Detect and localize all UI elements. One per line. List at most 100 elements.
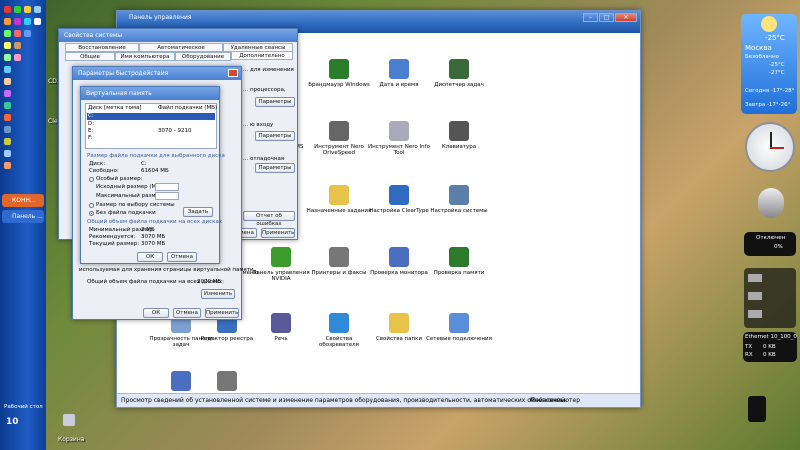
network-gadget[interactable]: Отключен 0% [744, 232, 796, 256]
cpu-meter-icon[interactable] [758, 188, 784, 218]
maximize-button[interactable]: □ [599, 13, 614, 22]
drive-icon [748, 310, 762, 318]
control-panel-item[interactable]: Клавиатура [426, 121, 492, 150]
drive-row[interactable]: F: [88, 135, 93, 141]
app-icon[interactable] [4, 90, 11, 97]
drive-row[interactable]: E: [88, 128, 93, 134]
control-panel-item[interactable]: Свойства обозревателя [306, 313, 372, 348]
initial-size-input[interactable] [155, 183, 179, 191]
app-icon[interactable] [34, 18, 41, 25]
app-icon[interactable] [14, 54, 21, 61]
tab-computer-name[interactable]: Имя компьютера [115, 52, 175, 61]
control-panel-item[interactable]: Панель управления NVIDIA [248, 247, 314, 282]
vmem-cancel-button[interactable]: Отмена [167, 252, 197, 262]
desktop-label-trash[interactable]: Корзина [58, 436, 84, 443]
profile-params-button[interactable]: Параметры [255, 131, 295, 141]
control-panel-item[interactable]: Свойства папки [366, 313, 432, 342]
perf-ok-button[interactable]: ОК [143, 308, 169, 318]
perf-cancel-button[interactable]: Отмена [173, 308, 201, 318]
sysprops-apply-button[interactable]: Применить [261, 228, 295, 238]
drive-list[interactable]: Диск [метка тома] Файл подкачки (МБ) C: … [85, 103, 217, 149]
control-panel-item[interactable]: Проверка монитора [366, 247, 432, 276]
performance-params-button[interactable]: Параметры [255, 97, 295, 107]
change-button[interactable]: Изменить [201, 289, 235, 299]
tab-auto-update[interactable]: Автоматическое обновление [139, 43, 223, 59]
control-panel-item[interactable]: Речь [248, 313, 314, 342]
minimize-button[interactable]: – [583, 13, 598, 22]
close-icon[interactable] [228, 69, 238, 77]
app-icon[interactable] [4, 30, 11, 37]
app-icon[interactable] [4, 102, 11, 109]
taskbar-task-konn[interactable]: КОНН... [2, 194, 44, 207]
control-panel-item[interactable]: Диспетчер задач [426, 59, 492, 88]
control-panel-item-icon [171, 371, 191, 391]
app-icon[interactable] [4, 54, 11, 61]
app-icon[interactable] [4, 150, 11, 157]
trash-icon[interactable] [63, 414, 75, 426]
ethernet-gadget[interactable]: Ethernet 10_100_0 TX 0 KB RX 0 KB [743, 332, 797, 362]
tab-advanced[interactable]: Дополнительно [231, 51, 293, 60]
control-panel-item[interactable]: Инструмент Nero Info Tool [366, 121, 432, 156]
disk-value: C: [141, 161, 147, 167]
max-size-input[interactable] [155, 192, 179, 200]
taskbar-task-panel[interactable]: Панель ... [2, 210, 44, 223]
control-panel-item-label: Речь [274, 336, 288, 342]
perf-apply-button[interactable]: Применить [205, 308, 239, 318]
radio-no-pagefile[interactable] [89, 211, 94, 216]
control-panel-item[interactable]: Настройка ClearType [366, 185, 432, 214]
control-panel-item[interactable]: Сетевые подключения [426, 313, 492, 342]
app-icon[interactable] [4, 18, 11, 25]
drive-row[interactable]: C: [88, 113, 94, 119]
control-panel-item[interactable]: Инструмент Nero DriveSpeed [306, 121, 372, 156]
tab-system-restore[interactable]: Восстановление системы [65, 43, 139, 59]
app-icon[interactable] [4, 42, 11, 49]
weather-gadget[interactable]: -25°C Москва Безоблачно -25°C -27°C Сего… [741, 14, 797, 114]
section-total: Общий объем файла подкачки на всех диска… [87, 219, 223, 225]
startup-params-button[interactable]: Параметры [255, 163, 295, 173]
vmem-ok-button[interactable]: ОК [137, 252, 163, 262]
status-location: Мой компьютер [530, 397, 580, 404]
drive-row[interactable]: D: [88, 121, 94, 127]
app-icon[interactable] [24, 6, 31, 13]
app-icon[interactable] [4, 126, 11, 133]
control-panel-item-icon [449, 185, 469, 205]
app-icon[interactable] [4, 78, 11, 85]
control-panel-item[interactable]: Настройка системы [426, 185, 492, 214]
app-icon[interactable] [14, 30, 21, 37]
app-icon[interactable] [24, 30, 31, 37]
radio-system-size[interactable] [89, 203, 94, 208]
error-report-button[interactable]: Отчет об ошибках [243, 211, 295, 227]
close-button[interactable]: ✕ [615, 13, 637, 22]
dialog-title[interactable]: Параметры быстродействия [73, 67, 241, 80]
set-button[interactable]: Задать [183, 207, 213, 217]
app-icon[interactable] [4, 138, 11, 145]
app-icon[interactable] [4, 66, 11, 73]
app-icon[interactable] [14, 42, 21, 49]
app-icon[interactable] [14, 6, 21, 13]
control-panel-item[interactable]: Проверка памяти [426, 247, 492, 276]
app-icon[interactable] [34, 6, 41, 13]
tab-hardware[interactable]: Оборудование [175, 52, 231, 61]
control-panel-item[interactable]: Дата и время [366, 59, 432, 88]
control-panel-item[interactable]: Принтеры и факсы [306, 247, 372, 276]
app-icon[interactable] [24, 18, 31, 25]
app-icon[interactable] [4, 6, 11, 13]
dialog-title[interactable]: Виртуальная память [81, 87, 219, 100]
drive-gadget[interactable] [744, 268, 796, 328]
app-icon[interactable] [4, 162, 11, 169]
recycle-bin-gadget-icon[interactable] [748, 396, 766, 422]
app-icon[interactable] [14, 18, 21, 25]
control-panel-item[interactable]: Назначенные задания [306, 185, 372, 214]
advanced-text-4: ... отладочная [243, 156, 285, 162]
control-panel-item-icon [449, 247, 469, 267]
app-icon[interactable] [4, 114, 11, 121]
clock-gadget[interactable] [745, 122, 795, 172]
control-panel-item[interactable]: Брандмауэр Windows [306, 59, 372, 88]
tab-general[interactable]: Общие [65, 52, 115, 61]
desktop-button-label[interactable]: Рабочий стол [4, 404, 43, 410]
dialog-title[interactable]: Свойства системы [59, 29, 297, 42]
control-panel-item-icon [329, 313, 349, 333]
control-panel-item-icon [449, 313, 469, 333]
radio-custom-size[interactable] [89, 177, 94, 182]
control-panel-item-label: Настройка ClearType [369, 208, 429, 214]
